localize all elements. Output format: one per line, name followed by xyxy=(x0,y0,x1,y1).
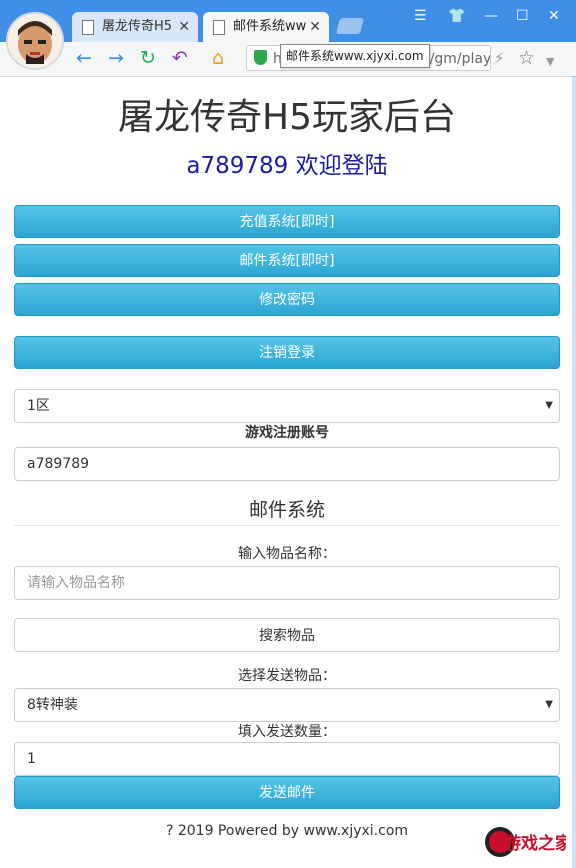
minimize-icon[interactable]: — xyxy=(484,8,498,24)
maximize-icon[interactable]: ☐ xyxy=(516,8,529,24)
tab-tooltip: 邮件系统www.xjyxi.com xyxy=(280,44,430,68)
tab-game-admin[interactable]: 屠龙传奇H5 ✕ xyxy=(72,12,198,42)
document-icon xyxy=(213,20,225,35)
back-icon[interactable]: ← xyxy=(76,48,92,68)
new-tab-button[interactable] xyxy=(335,18,365,34)
undo-icon[interactable]: ↶ xyxy=(172,48,188,68)
close-window-icon[interactable]: ✕ xyxy=(548,8,560,24)
document-icon xyxy=(82,20,94,35)
item-select-value: 8转神装 xyxy=(27,697,78,713)
item-select[interactable]: 8转神装 ▼ xyxy=(14,688,560,722)
select-item-label: 选择发送物品： xyxy=(238,668,336,684)
footer-text: ? 2019 Powered by www.xjyxi.com xyxy=(165,823,409,839)
welcome-text: a789789 欢迎登陆 xyxy=(186,153,388,179)
site-logo: 游戏之家 xyxy=(484,822,572,860)
send-mail-button[interactable]: 发送邮件 xyxy=(14,776,560,809)
change-password-button[interactable]: 修改密码 xyxy=(14,283,560,316)
lightning-icon[interactable]: ⚡ xyxy=(494,48,505,68)
account-field[interactable]: a789789 xyxy=(14,447,560,481)
dropdown-icon[interactable]: ▼ xyxy=(546,52,554,72)
mail-section-title: 邮件系统 xyxy=(14,495,560,526)
close-tab-icon[interactable]: ✕ xyxy=(178,12,190,42)
refresh-icon[interactable]: ↻ xyxy=(140,48,156,68)
tab-title: 屠龙传奇H5 xyxy=(102,19,173,34)
item-name-label: 输入物品名称： xyxy=(238,546,336,562)
forward-icon[interactable]: → xyxy=(108,48,124,68)
home-icon[interactable]: ⌂ xyxy=(212,48,224,68)
select-arrow-icon: ▼ xyxy=(545,400,553,411)
account-label: 游戏注册账号 xyxy=(245,425,329,441)
close-tab-icon[interactable]: ✕ xyxy=(309,12,321,42)
recharge-button[interactable]: 充值系统[即时] xyxy=(14,205,560,238)
skin-icon[interactable]: 👕 xyxy=(448,8,465,24)
quantity-value: 1 xyxy=(27,751,36,767)
mail-system-button[interactable]: 邮件系统[即时] xyxy=(14,244,560,277)
server-select-value: 1区 xyxy=(27,398,50,414)
admin-page: 屠龙传奇H5玩家后台 a789789 欢迎登陆 充值系统[即时] 邮件系统[即时… xyxy=(14,76,560,839)
security-shield-icon[interactable] xyxy=(254,50,267,65)
user-avatar[interactable] xyxy=(6,12,64,70)
server-select[interactable]: 1区 ▼ xyxy=(14,389,560,423)
tab-title: 邮件系统ww xyxy=(233,19,307,34)
item-name-placeholder: 请输入物品名称 xyxy=(27,575,125,591)
tab-mail-system[interactable]: 邮件系统ww ✕ xyxy=(203,12,329,42)
address-text: 1/gm/playe xyxy=(420,51,491,67)
quantity-input[interactable]: 1 xyxy=(14,742,560,776)
search-item-button[interactable]: 搜索物品 xyxy=(14,618,560,652)
window-edge xyxy=(572,76,576,868)
svg-text:游戏之家: 游戏之家 xyxy=(504,833,566,854)
menu-icon[interactable]: ☰ xyxy=(414,8,427,24)
star-icon[interactable]: ☆ xyxy=(518,48,535,68)
item-name-input[interactable]: 请输入物品名称 xyxy=(14,566,560,600)
account-value: a789789 xyxy=(27,456,90,472)
logout-button[interactable]: 注销登录 xyxy=(14,336,560,369)
select-arrow-icon: ▼ xyxy=(545,699,553,710)
quantity-label: 填入发送数量： xyxy=(238,724,336,740)
page-title: 屠龙传奇H5玩家后台 xyxy=(118,97,456,138)
